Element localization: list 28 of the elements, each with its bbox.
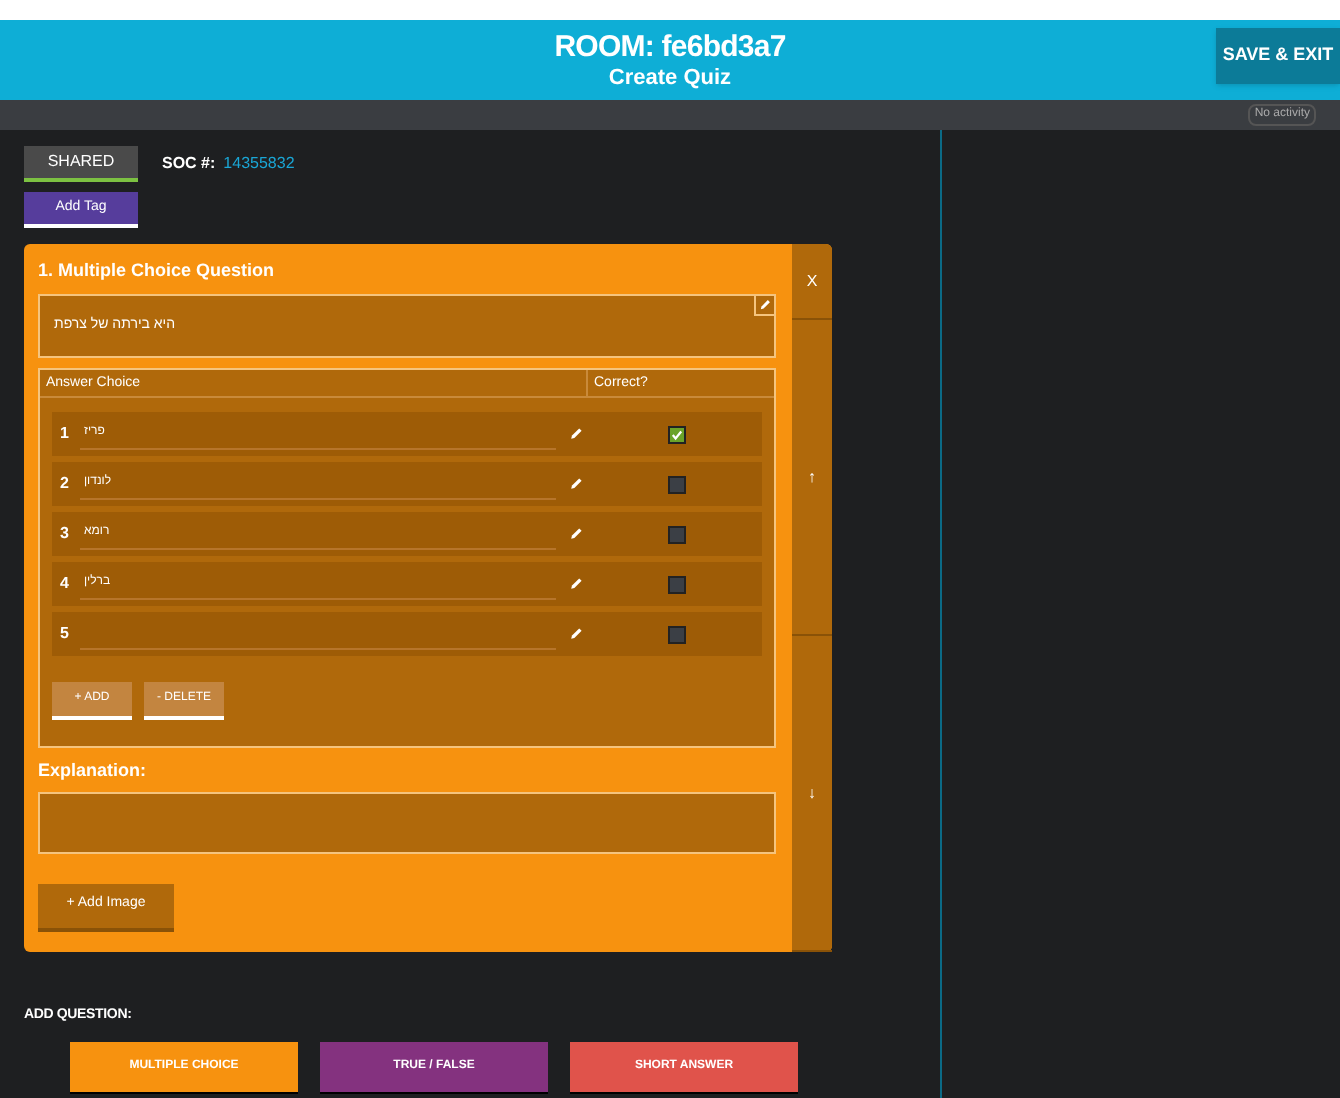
answer-number: 3: [60, 522, 71, 546]
pencil-icon[interactable]: [568, 426, 584, 442]
checkbox[interactable]: [668, 625, 686, 643]
close-button[interactable]: X: [792, 244, 832, 320]
checkbox[interactable]: [668, 575, 686, 593]
checkbox[interactable]: [668, 525, 686, 543]
page-subtitle: Create Quiz: [608, 65, 732, 91]
room-title: ROOM: fe6bd3a7: [554, 29, 786, 65]
checkbox[interactable]: [668, 425, 686, 443]
save-exit-button[interactable]: SAVE & EXIT: [1216, 28, 1340, 84]
answer-number: 5: [60, 622, 71, 646]
move-down-button[interactable]: ↓: [792, 636, 832, 952]
pencil-icon[interactable]: [568, 526, 584, 542]
pencil-icon[interactable]: [568, 476, 584, 492]
shared-button[interactable]: SHARED: [24, 146, 138, 182]
pencil-icon[interactable]: [568, 626, 584, 642]
move-up-button[interactable]: ↑: [792, 320, 832, 636]
pencil-icon[interactable]: [568, 576, 584, 592]
answer-number: 2: [60, 472, 71, 496]
explanation-label: Explanation:: [38, 758, 149, 784]
answer-number: 1: [60, 422, 71, 446]
answer-number: 4: [60, 572, 71, 596]
soc-number: 14355832: [223, 152, 295, 176]
question-title: 1. Multiple Choice Question: [38, 260, 277, 282]
checkbox[interactable]: [668, 475, 686, 493]
explanation-field[interactable]: [38, 791, 776, 853]
pencil-icon[interactable]: [754, 294, 776, 316]
soc-label: SOC #:: [162, 152, 216, 176]
